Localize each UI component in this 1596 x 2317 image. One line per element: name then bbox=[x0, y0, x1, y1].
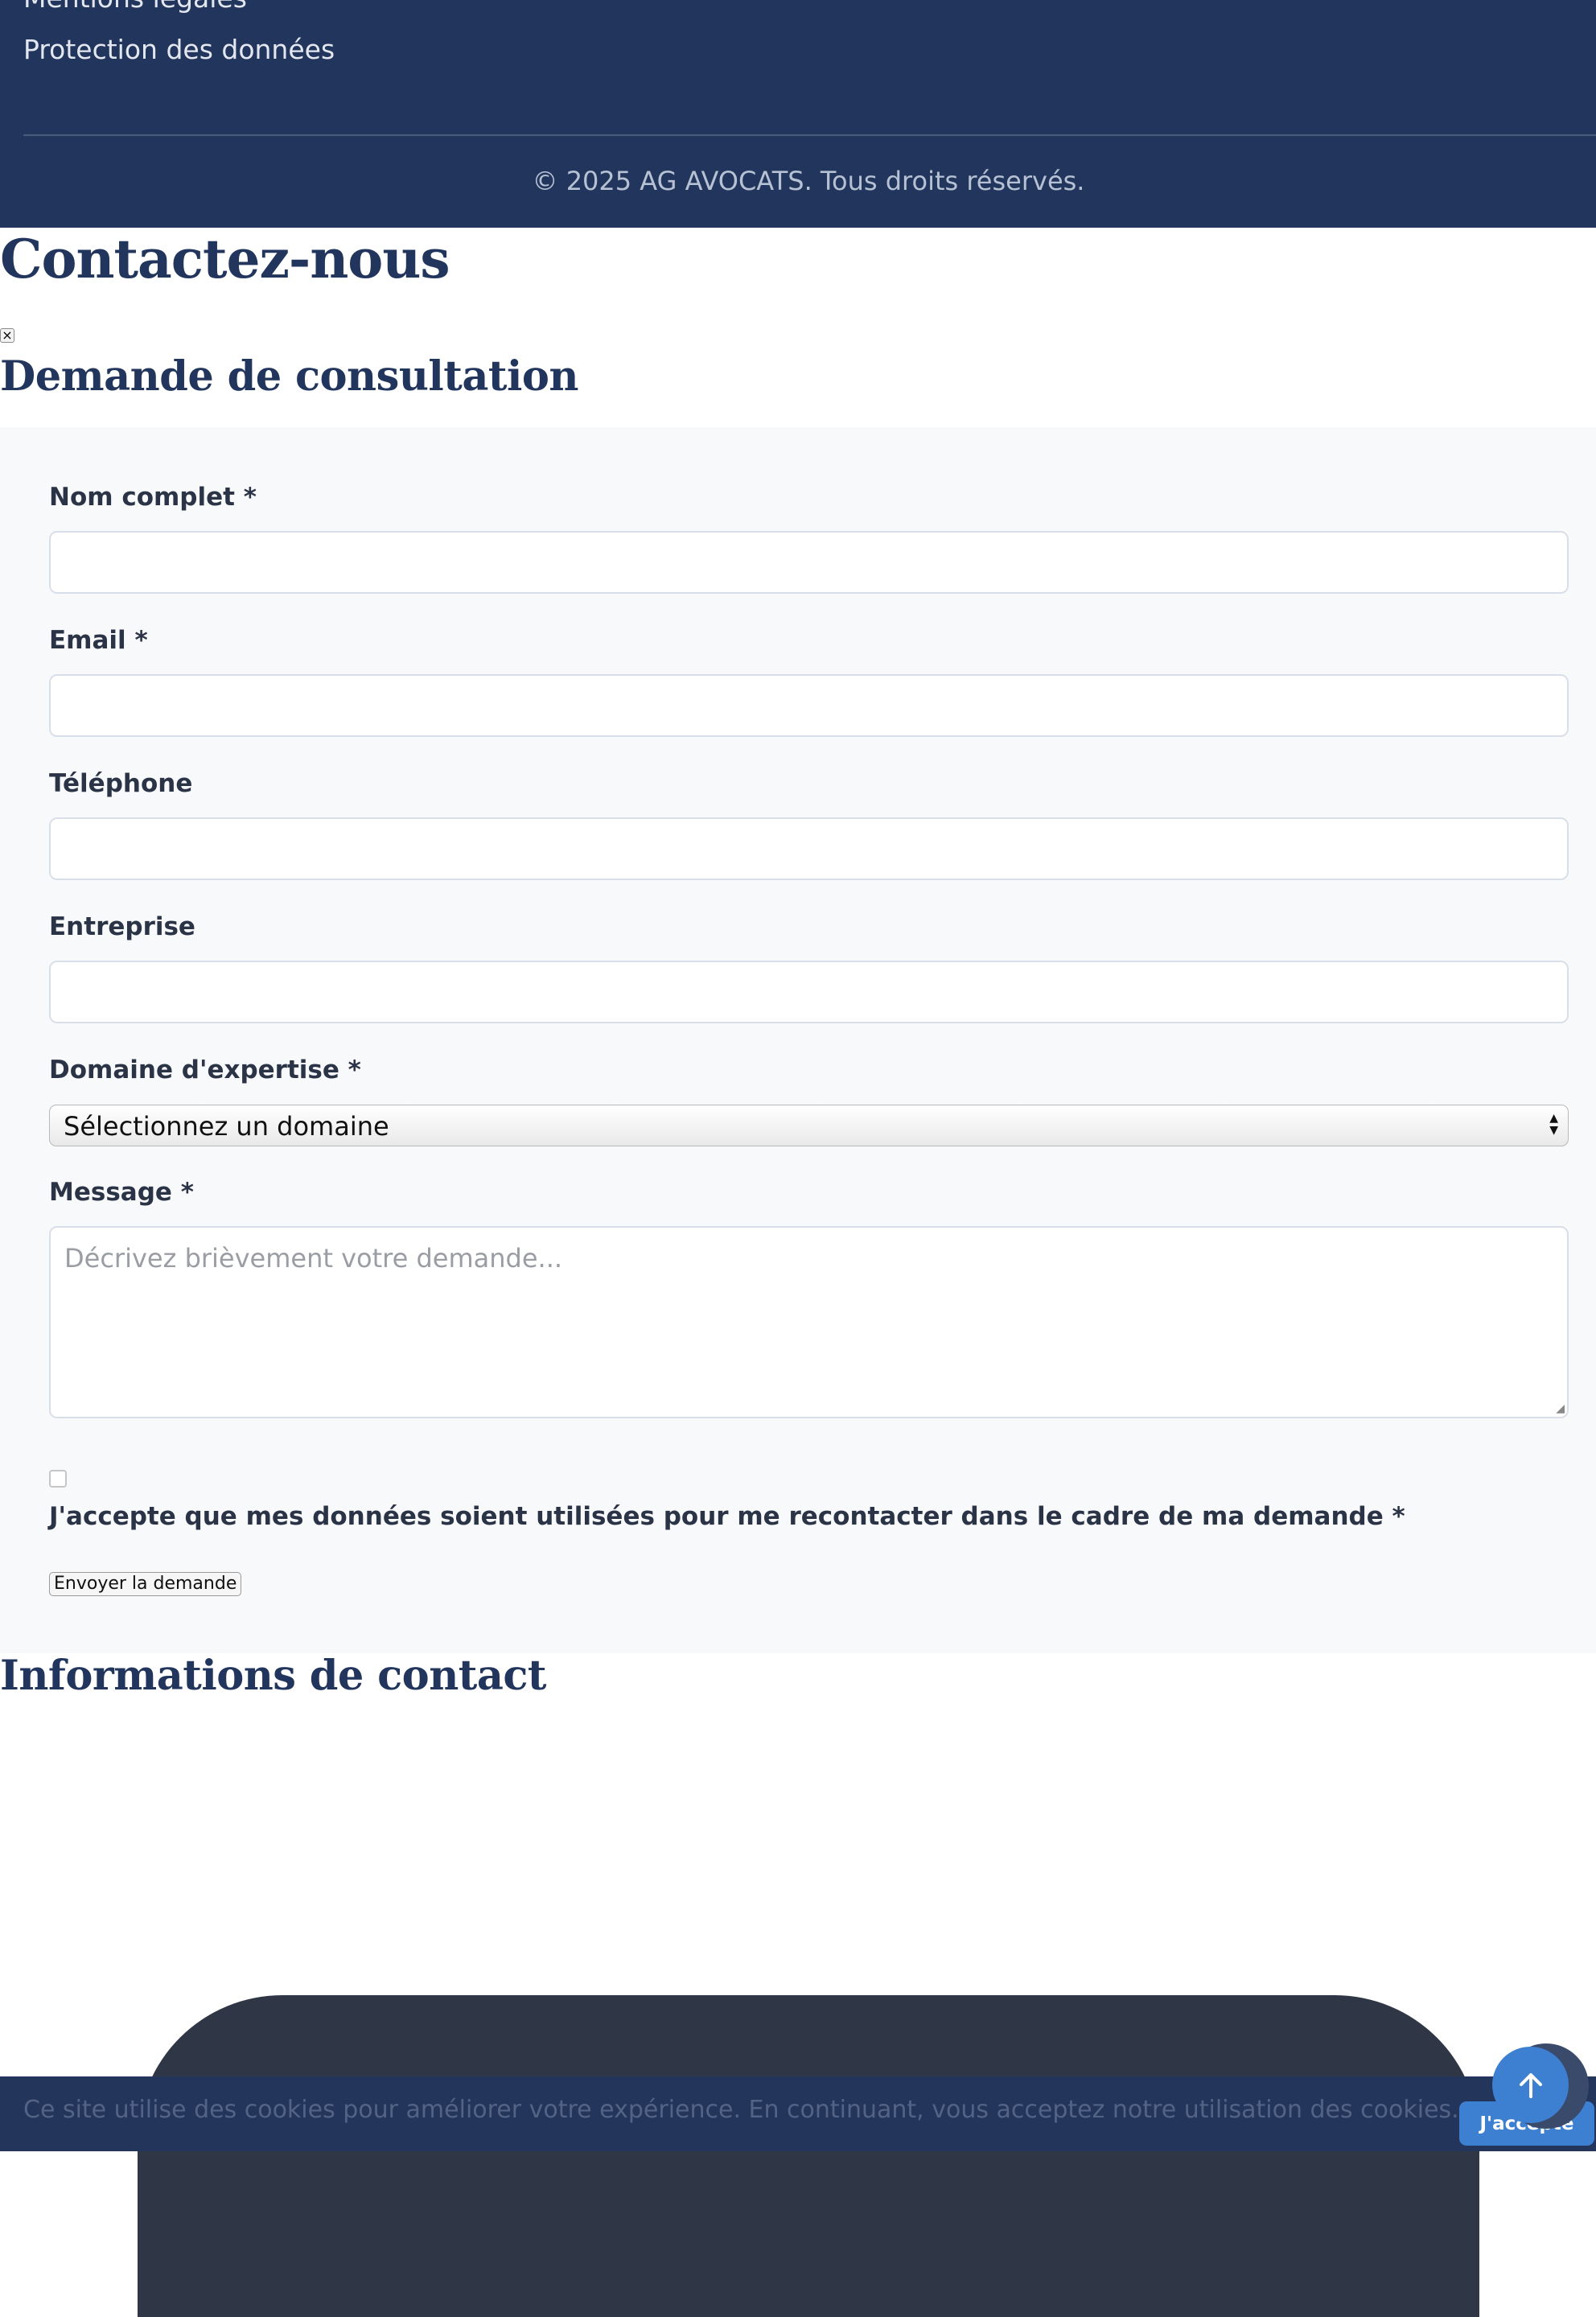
page-title: Contactez-nous bbox=[0, 228, 450, 290]
copyright-text: © 2025 AG AVOCATS. Tous droits réservés. bbox=[532, 166, 1085, 196]
footer-divider bbox=[23, 134, 1596, 136]
domain-label: Domaine d'expertise * bbox=[49, 1056, 361, 1084]
phone-input[interactable] bbox=[49, 817, 1569, 880]
form-section-title: Demande de consultation bbox=[0, 352, 578, 401]
footer-link-data-protection[interactable]: Protection des données bbox=[23, 34, 335, 66]
company-label: Entreprise bbox=[49, 912, 195, 941]
consent-label: J'accepte que mes données soient utilisé… bbox=[49, 1502, 1405, 1531]
domain-select[interactable]: Sélectionnez un domaine ▲ ▼ bbox=[49, 1105, 1569, 1146]
name-label: Nom complet * bbox=[49, 483, 257, 512]
site-footer: Mentions légales Protection des données … bbox=[0, 0, 1596, 228]
domain-select-value: Sélectionnez un domaine bbox=[64, 1111, 389, 1142]
email-label: Email * bbox=[49, 626, 148, 655]
email-input[interactable] bbox=[49, 674, 1569, 737]
message-textarea[interactable]: Décrivez brièvement votre demande... ◢ bbox=[49, 1226, 1569, 1418]
resize-grip-icon[interactable]: ◢ bbox=[1556, 1403, 1565, 1414]
consent-checkbox[interactable] bbox=[49, 1470, 67, 1488]
select-arrows-icon: ▲ ▼ bbox=[1549, 1112, 1558, 1137]
scroll-to-top-button[interactable] bbox=[1492, 2047, 1569, 2123]
cookie-banner: Ce site utilise des cookies pour amélior… bbox=[0, 2076, 1596, 2151]
company-input[interactable] bbox=[49, 961, 1569, 1023]
message-placeholder: Décrivez brièvement votre demande... bbox=[64, 1243, 563, 1274]
arrow-up-icon bbox=[1519, 2072, 1542, 2098]
close-button[interactable]: × bbox=[0, 328, 14, 343]
dark-rounded-section bbox=[138, 1995, 1479, 2317]
message-label: Message * bbox=[49, 1178, 194, 1207]
consultation-form bbox=[0, 427, 1596, 1653]
name-input[interactable] bbox=[49, 531, 1569, 594]
footer-link-legal-notice[interactable]: Mentions légales bbox=[23, 0, 247, 14]
contact-info-title: Informations de contact bbox=[0, 1652, 547, 1700]
phone-label: Téléphone bbox=[49, 769, 193, 798]
cookie-text: Ce site utilise des cookies pour amélior… bbox=[23, 2096, 1459, 2124]
submit-button[interactable]: Envoyer la demande bbox=[49, 1572, 242, 1596]
